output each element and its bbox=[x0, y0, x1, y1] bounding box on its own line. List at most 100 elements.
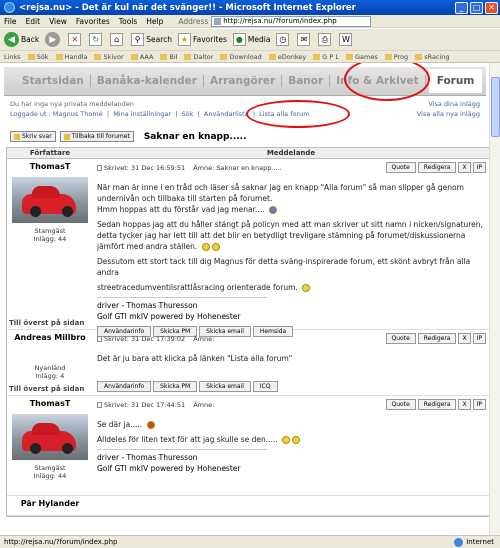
address-url: http://rejsa.nu/?forum/index.php bbox=[223, 17, 337, 25]
post-subject: Ämne: bbox=[193, 335, 215, 343]
print-button[interactable]: ⎙ bbox=[318, 33, 333, 46]
ip-button[interactable]: IP bbox=[472, 162, 486, 173]
post-date: Skrivet: 31 Dec 17:44:51 bbox=[104, 401, 186, 409]
author-name[interactable]: ThomasT bbox=[9, 399, 91, 408]
reply-button[interactable]: Skriv svar bbox=[10, 131, 56, 142]
menu-view[interactable]: View bbox=[49, 17, 67, 26]
post-author-1: ThomasT Stamgäst Inlägg: 44 Till överst … bbox=[7, 159, 93, 329]
link-daltor[interactable]: Daltor bbox=[184, 53, 213, 61]
search-button[interactable]: ⚲ Search bbox=[131, 33, 172, 46]
link-sok[interactable]: Sök bbox=[27, 53, 49, 61]
menu-help[interactable]: Help bbox=[146, 17, 163, 26]
userlist-link[interactable]: Användarlista bbox=[204, 110, 249, 118]
menu-tools[interactable]: Tools bbox=[119, 17, 137, 26]
mail-icon: ✉ bbox=[297, 33, 311, 46]
vertical-scrollbar[interactable] bbox=[489, 63, 500, 535]
link-gpl[interactable]: G P L bbox=[313, 53, 339, 61]
delete-post-button[interactable]: X bbox=[458, 162, 471, 173]
menu-favorites[interactable]: Favorites bbox=[76, 17, 110, 26]
edit-post-button[interactable]: Redigera bbox=[417, 399, 457, 410]
quote-button[interactable]: Quote bbox=[385, 399, 416, 410]
link-handla[interactable]: Handla bbox=[55, 53, 87, 61]
link-sracing[interactable]: sRacing bbox=[415, 53, 450, 61]
post-body-1: Skrivet: 31 Dec 16:59:51 Ämne: Saknar en … bbox=[93, 159, 489, 337]
smiley-icon bbox=[211, 243, 220, 251]
link-edonkey[interactable]: eDonkey bbox=[268, 53, 306, 61]
scroll-thumb[interactable] bbox=[491, 77, 500, 137]
signature-line: Golf GTI mkIV powered by Hohenester bbox=[97, 464, 241, 473]
tab-banor[interactable]: Banor bbox=[282, 75, 331, 87]
post-paragraph: Sedan hoppas jag att du håller stängt på… bbox=[97, 220, 483, 251]
ip-button[interactable]: IP bbox=[472, 333, 486, 344]
back-to-forum-button[interactable]: Tillbaka till forumet bbox=[59, 131, 134, 142]
link-games[interactable]: Games bbox=[345, 53, 378, 61]
delete-post-button[interactable]: X bbox=[458, 333, 471, 344]
quote-button[interactable]: Quote bbox=[385, 162, 416, 173]
post-author-2: Andreas Millbro Nyanländ Inlägg: 4 Till … bbox=[7, 330, 93, 395]
show-my-posts-link[interactable]: Visa dina inlägg bbox=[428, 100, 480, 108]
link-bil[interactable]: Bil bbox=[160, 53, 177, 61]
ip-button[interactable]: IP bbox=[472, 399, 486, 410]
post-paragraph: Det är ju bara att klicka på länken "Lis… bbox=[97, 354, 293, 363]
settings-link[interactable]: Mina inställningar bbox=[113, 110, 171, 118]
edit-post-button[interactable]: Redigera bbox=[417, 162, 457, 173]
close-button[interactable]: ✕ bbox=[485, 1, 498, 14]
history-button[interactable]: ◷ bbox=[276, 33, 291, 46]
signature: driver - Thomas Thuresson Golf GTI mkIV p… bbox=[97, 297, 267, 322]
author-name[interactable]: ThomasT bbox=[9, 162, 91, 171]
user-info-button[interactable]: Användarinfo bbox=[97, 381, 152, 392]
to-top-link[interactable]: Till överst på sidan bbox=[9, 385, 84, 393]
smiley-icon bbox=[201, 243, 210, 251]
edit-button[interactable]: W bbox=[339, 33, 354, 46]
refresh-button[interactable]: ↻ bbox=[89, 33, 104, 46]
media-label: Media bbox=[247, 35, 271, 44]
forward-button[interactable]: ▶ bbox=[45, 32, 62, 47]
minimize-button[interactable]: _ bbox=[455, 1, 468, 14]
back-label: Back bbox=[21, 35, 40, 44]
link-aaa[interactable]: AAA bbox=[130, 53, 153, 61]
search-link[interactable]: Sök bbox=[182, 110, 194, 118]
quote-button[interactable]: Quote bbox=[385, 333, 416, 344]
menu-file[interactable]: File bbox=[4, 17, 17, 26]
show-new-posts-link[interactable]: Visa alla nya inlägg bbox=[417, 110, 480, 118]
author-rank: Stamgäst bbox=[34, 464, 66, 472]
home-button[interactable]: ⌂ bbox=[110, 33, 125, 46]
logout-link[interactable]: Loggade ut : Magnus Thomé bbox=[10, 110, 103, 118]
to-top-link[interactable]: Till överst på sidan bbox=[9, 319, 84, 327]
maximize-button[interactable]: □ bbox=[470, 1, 483, 14]
status-url: http://rejsa.nu/?forum/index.php bbox=[4, 538, 118, 546]
stop-button[interactable]: ✕ bbox=[68, 33, 83, 46]
address-field[interactable]: http://rejsa.nu/?forum/index.php bbox=[211, 15, 372, 27]
tab-forum[interactable]: Forum bbox=[428, 69, 483, 93]
col-author: Författare bbox=[29, 149, 71, 157]
back-forum-label: Tillbaka till forumet bbox=[71, 133, 130, 140]
post-text: När man är inne i en tråd och läser så s… bbox=[97, 182, 485, 293]
send-email-button[interactable]: Skicka email bbox=[199, 381, 251, 392]
post-actions: Quote Redigera X IP bbox=[384, 399, 486, 410]
author-post-count: Inlägg: 44 bbox=[33, 235, 67, 243]
edit-post-button[interactable]: Redigera bbox=[417, 333, 457, 344]
author-name[interactable]: Andreas Millbro bbox=[9, 333, 91, 342]
post-paragraph: streetracedumventilsrattlåsracing orient… bbox=[97, 283, 298, 292]
tab-arrangorer[interactable]: Arrangörer bbox=[204, 75, 283, 87]
back-button[interactable]: ◀ Back bbox=[4, 32, 39, 47]
favorites-button[interactable]: ★ Favorites bbox=[178, 33, 227, 46]
mail-button[interactable]: ✉ bbox=[297, 33, 312, 46]
post-text: Se där ja..... Alldeles för liten text f… bbox=[97, 419, 485, 445]
media-button[interactable]: ● Media bbox=[232, 33, 271, 46]
link-download[interactable]: Download bbox=[220, 53, 262, 61]
tab-startsidan[interactable]: Startsidan bbox=[16, 75, 91, 87]
post-body-2: Skrivet: 31 Dec 17:39:02 Ämne: Quote Redi… bbox=[93, 330, 489, 395]
link-skivor[interactable]: Skivor bbox=[94, 53, 124, 61]
author-rank: Stamgäst bbox=[34, 227, 66, 235]
avatar-car bbox=[12, 177, 88, 223]
delete-post-button[interactable]: X bbox=[458, 399, 471, 410]
send-pm-button[interactable]: Skicka PM bbox=[153, 381, 198, 392]
tab-banaka-kalender[interactable]: Banåka-kalender bbox=[91, 75, 204, 87]
zone-label: Internet bbox=[466, 538, 494, 546]
menu-edit[interactable]: Edit bbox=[26, 17, 41, 26]
author-name[interactable]: Pär Hylander bbox=[9, 499, 91, 508]
post-text: Det är ju bara att klicka på länken "Lis… bbox=[97, 353, 485, 364]
link-prog[interactable]: Prog bbox=[384, 53, 408, 61]
icq-button[interactable]: ICQ bbox=[252, 381, 278, 392]
